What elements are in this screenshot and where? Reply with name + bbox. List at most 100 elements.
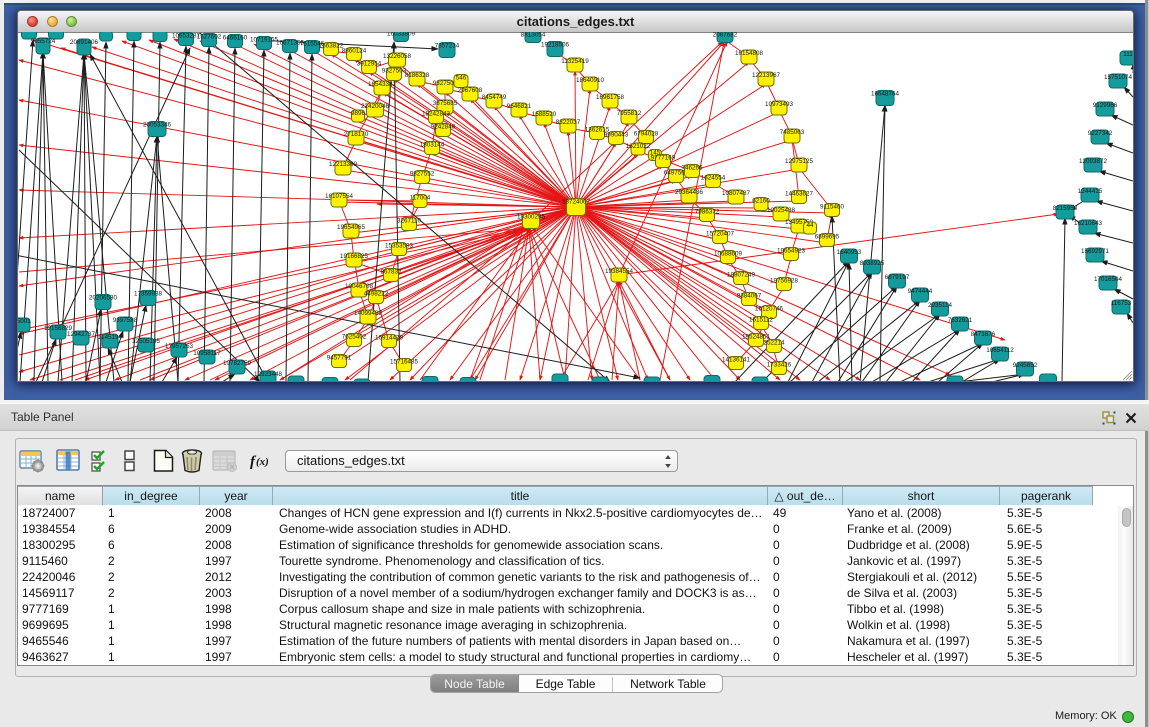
svg-text:2967608: 2967608 — [458, 87, 483, 94]
svg-text:9384067: 9384067 — [737, 293, 762, 300]
svg-text:10046708: 10046708 — [345, 283, 374, 290]
svg-text:20053346: 20053346 — [143, 122, 172, 129]
svg-text:111: 111 — [1123, 51, 1133, 58]
svg-text:7357234: 7357234 — [435, 43, 460, 50]
svg-text:9474444: 9474444 — [908, 288, 933, 295]
svg-text:3267110: 3267110 — [397, 218, 422, 225]
svg-text:10719155: 10719155 — [250, 37, 279, 44]
svg-text:18300295: 18300295 — [517, 214, 546, 221]
svg-text:9245652: 9245652 — [1013, 362, 1038, 369]
svg-text:16543382: 16543382 — [368, 81, 397, 88]
svg-text:14099489: 14099489 — [354, 310, 383, 317]
svg-text:15692971: 15692971 — [1081, 248, 1110, 255]
svg-text:13226058: 13226058 — [383, 53, 412, 60]
svg-text:17957253: 17957253 — [165, 343, 194, 350]
svg-text:4498222: 4498222 — [364, 291, 389, 298]
svg-text:116753: 116753 — [1111, 300, 1132, 307]
svg-text:17016504: 17016504 — [1094, 276, 1123, 283]
svg-text:117004: 117004 — [410, 195, 431, 202]
svg-text:17359938: 17359938 — [134, 291, 163, 298]
svg-text:8454749: 8454749 — [482, 94, 507, 101]
svg-text:9115460: 9115460 — [820, 204, 845, 211]
svg-text:7485063: 7485063 — [780, 129, 805, 136]
svg-text:19384554: 19384554 — [605, 268, 634, 275]
svg-text:546: 546 — [456, 75, 467, 82]
svg-text:1588520: 1588520 — [532, 111, 557, 118]
svg-text:1527602: 1527602 — [197, 34, 222, 41]
svg-text:12505135: 12505135 — [132, 338, 161, 345]
svg-text:7632621: 7632621 — [948, 317, 973, 324]
svg-text:8860124: 8860124 — [342, 48, 367, 55]
svg-text:7955812: 7955812 — [617, 110, 642, 117]
svg-text:12213369: 12213369 — [329, 161, 358, 168]
svg-text:14463627: 14463627 — [785, 191, 814, 198]
svg-text:10958117: 10958117 — [193, 350, 221, 357]
svg-text:3875685: 3875685 — [433, 100, 458, 107]
svg-text:15716485: 15716485 — [390, 359, 419, 366]
svg-text:9397588: 9397588 — [113, 317, 138, 324]
svg-text:7663822: 7663822 — [319, 43, 344, 50]
svg-text:2087682: 2087682 — [713, 32, 738, 39]
svg-text:1803144: 1803144 — [420, 142, 445, 149]
svg-text:15353593: 15353593 — [385, 243, 414, 250]
svg-text:12213967: 12213967 — [752, 72, 781, 79]
svg-text:9990443: 9990443 — [604, 132, 629, 139]
svg-text:1244415: 1244415 — [1078, 188, 1103, 195]
svg-text:1640953: 1640953 — [837, 249, 862, 256]
svg-text:252214: 252214 — [763, 340, 785, 347]
svg-text:9055724: 9055724 — [31, 38, 56, 45]
svg-text:16154808: 16154808 — [735, 50, 764, 57]
svg-text:6794028: 6794028 — [634, 131, 659, 138]
svg-text:10654112: 10654112 — [986, 347, 1014, 354]
svg-text:8215958: 8215958 — [1053, 205, 1078, 212]
svg-text:10688609: 10688609 — [714, 251, 743, 258]
svg-text:1733426: 1733426 — [767, 362, 792, 369]
svg-text:10807487: 10807487 — [722, 190, 751, 197]
svg-text:85001: 85001 — [18, 318, 31, 325]
svg-text:19756928: 19756928 — [770, 278, 799, 285]
svg-text:15751074: 15751074 — [1104, 74, 1133, 81]
svg-text:8813054: 8813054 — [521, 32, 546, 39]
svg-text:19166825: 19166825 — [340, 253, 369, 260]
svg-text:18807249: 18807249 — [727, 272, 756, 279]
svg-text:44: 44 — [806, 222, 814, 229]
svg-text:9327503: 9327503 — [382, 68, 407, 75]
svg-text:20206530: 20206530 — [89, 295, 118, 302]
svg-text:2935114: 2935114 — [928, 302, 953, 309]
svg-text:20891406: 20891406 — [70, 39, 99, 46]
svg-text:12975125: 12975125 — [785, 158, 814, 165]
svg-text:6899695: 6899695 — [815, 234, 840, 241]
svg-text:19218506: 19218506 — [541, 42, 570, 49]
svg-text:16107554: 16107554 — [325, 193, 354, 200]
svg-text:18242843: 18242843 — [422, 111, 451, 118]
svg-text:6466160: 6466160 — [223, 35, 248, 42]
svg-text:746266: 746266 — [681, 165, 703, 172]
svg-text:6879197: 6879197 — [885, 274, 910, 281]
svg-text:1621022: 1621022 — [626, 143, 651, 150]
svg-text:16120746: 16120746 — [755, 306, 784, 313]
svg-text:9457791: 9457791 — [327, 355, 352, 362]
svg-text:3912954: 3912954 — [357, 61, 382, 68]
svg-text:2718170: 2718170 — [344, 131, 369, 138]
svg-text:16033809: 16033809 — [387, 32, 416, 38]
svg-text:19654965: 19654965 — [337, 224, 366, 231]
svg-text:62160: 62160 — [752, 198, 770, 205]
svg-text:12942737: 12942737 — [67, 331, 96, 338]
svg-text:16914479: 16914479 — [375, 335, 404, 342]
svg-text:867832: 867832 — [380, 269, 402, 276]
svg-text:12923448: 12923448 — [254, 371, 283, 378]
svg-text:10782759: 10782759 — [223, 360, 252, 367]
svg-text:7986372: 7986372 — [695, 209, 720, 216]
svg-text:12093872: 12093872 — [1079, 158, 1108, 165]
svg-text:18724007: 18724007 — [562, 199, 591, 206]
svg-text:9896: 9896 — [351, 110, 366, 117]
svg-text:8471676: 8471676 — [971, 331, 996, 338]
svg-text:16961758: 16961758 — [596, 94, 625, 101]
svg-text:22420046: 22420046 — [361, 103, 390, 110]
svg-text:1624554: 1624554 — [701, 175, 726, 182]
svg-text:16210643: 16210643 — [1074, 220, 1103, 227]
svg-text:9777169: 9777169 — [651, 155, 676, 162]
svg-text:8938925: 8938925 — [860, 260, 885, 267]
svg-text:18640910: 18640910 — [576, 77, 605, 84]
svg-text:(x): (x) — [256, 456, 269, 468]
